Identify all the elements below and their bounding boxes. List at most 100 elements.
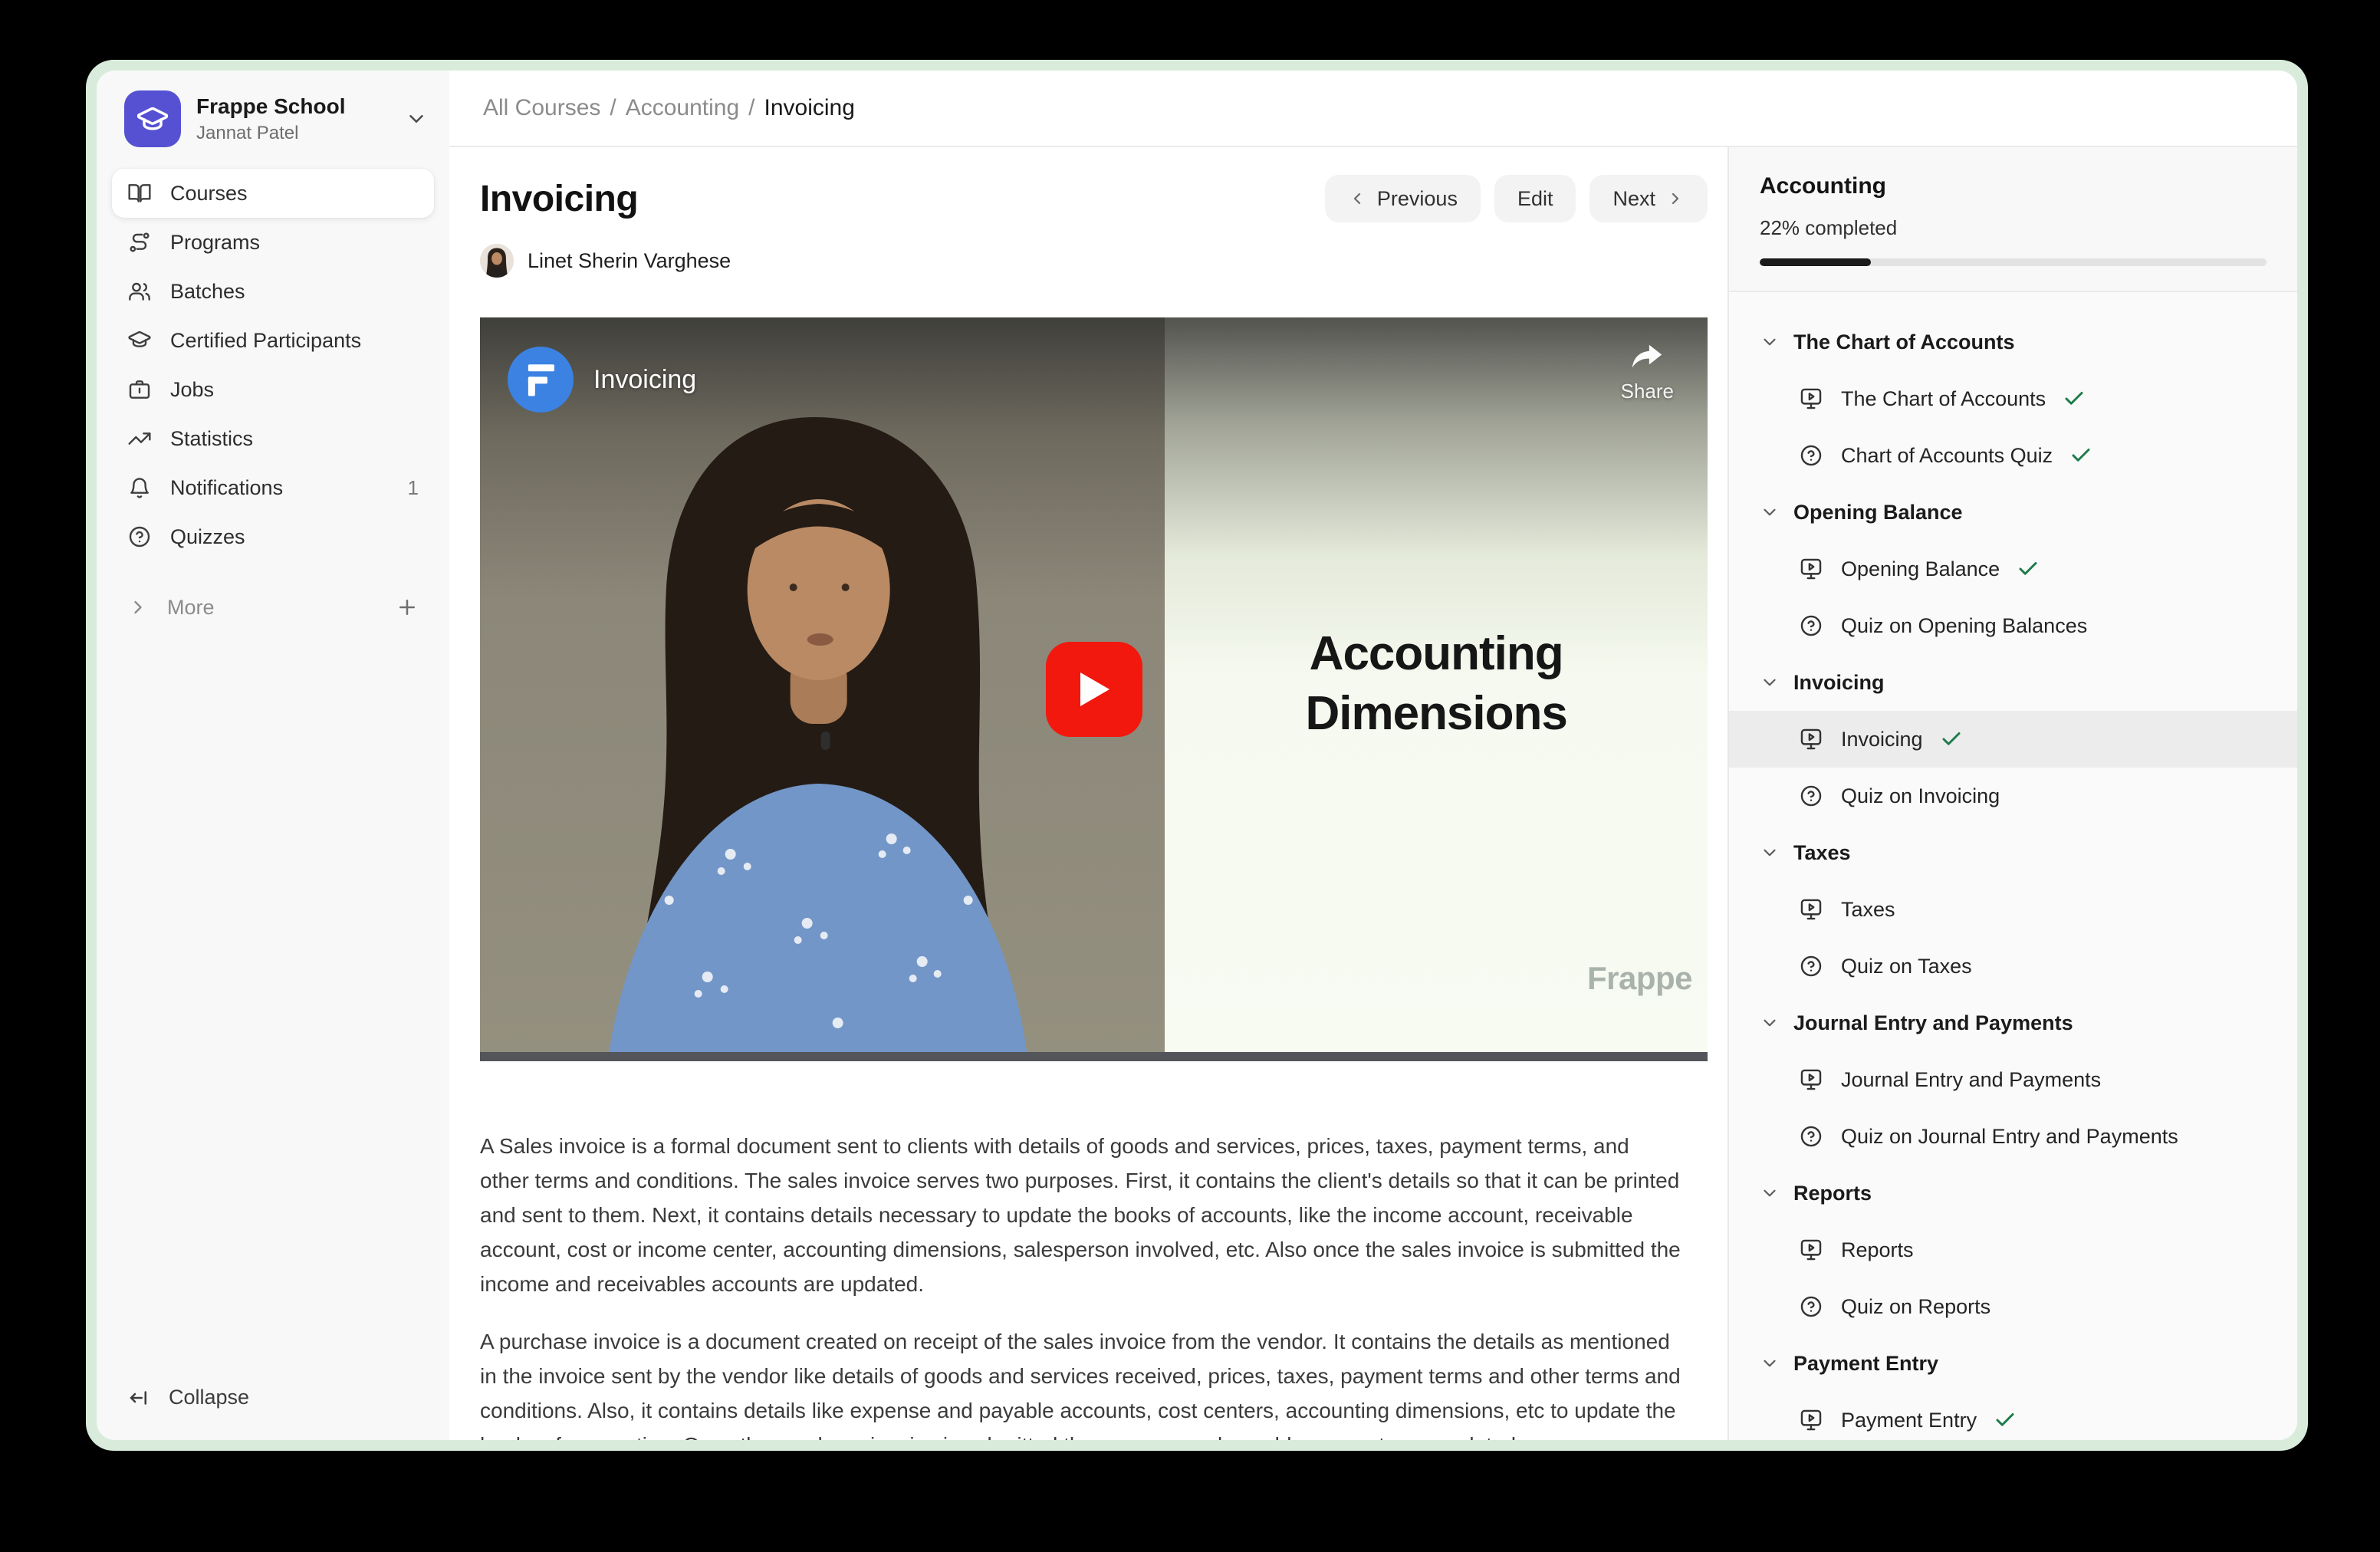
outline-section-title: Reports bbox=[1793, 1182, 1872, 1205]
outline-item-label: The Chart of Accounts bbox=[1841, 387, 2046, 411]
outline-section-title: Taxes bbox=[1793, 841, 1851, 865]
outline-section-title: Opening Balance bbox=[1793, 501, 1963, 524]
outline-item-label: Quiz on Invoicing bbox=[1841, 784, 2000, 808]
app-window: Frappe School Jannat Patel Courses Progr… bbox=[97, 71, 2297, 1440]
outline-lesson-item[interactable]: Reports bbox=[1729, 1222, 2297, 1278]
workspace-switcher[interactable]: Frappe School Jannat Patel bbox=[97, 71, 449, 164]
breadcrumb-link-all-courses[interactable]: All Courses bbox=[483, 95, 600, 121]
sidebar-item-label: Notifications bbox=[170, 476, 283, 500]
outline-item-label: Chart of Accounts Quiz bbox=[1841, 444, 2053, 468]
video-share-button[interactable]: Share bbox=[1621, 342, 1674, 403]
breadcrumb-link-accounting[interactable]: Accounting bbox=[626, 95, 739, 121]
help-circle-icon bbox=[1798, 953, 1824, 979]
add-button[interactable] bbox=[396, 596, 419, 619]
chevron-right-icon bbox=[127, 597, 149, 618]
chevron-left-icon bbox=[1348, 189, 1366, 208]
outline-section-header[interactable]: Journal Entry and Payments bbox=[1729, 995, 2297, 1051]
outline-lesson-item[interactable]: Journal Entry and Payments bbox=[1729, 1051, 2297, 1108]
outline-section-header[interactable]: Taxes bbox=[1729, 824, 2297, 881]
edit-button-label: Edit bbox=[1517, 187, 1553, 211]
outline-item-label: Quiz on Journal Entry and Payments bbox=[1841, 1125, 2178, 1149]
sidebar-item-programs[interactable]: Programs bbox=[112, 218, 434, 267]
share-label: Share bbox=[1621, 380, 1674, 403]
chevron-down-icon bbox=[1760, 1013, 1780, 1033]
chevron-right-icon bbox=[1666, 189, 1685, 208]
play-button[interactable] bbox=[1046, 642, 1142, 737]
collapse-left-icon bbox=[127, 1386, 150, 1409]
outline-section-header[interactable]: The Chart of Accounts bbox=[1729, 314, 2297, 370]
video-titlebar: Invoicing bbox=[508, 347, 696, 413]
sidebar-item-quizzes[interactable]: Quizzes bbox=[112, 512, 434, 561]
sidebar-item-jobs[interactable]: Jobs bbox=[112, 365, 434, 414]
sidebar-item-batches[interactable]: Batches bbox=[112, 267, 434, 316]
check-icon bbox=[2063, 387, 2086, 410]
next-button[interactable]: Next bbox=[1589, 175, 1708, 222]
outline-course-title: Accounting bbox=[1760, 173, 2267, 199]
monitor-play-icon bbox=[1798, 1067, 1824, 1093]
sidebar-item-courses[interactable]: Courses bbox=[112, 169, 434, 218]
chevron-down-icon bbox=[1760, 332, 1780, 352]
share-arrow-icon bbox=[1629, 342, 1665, 373]
frappe-watermark: Frappe bbox=[1587, 960, 1692, 997]
outline-header: Accounting 22% completed bbox=[1729, 147, 2297, 292]
edit-button[interactable]: Edit bbox=[1494, 175, 1576, 222]
outline-item-label: Quiz on Opening Balances bbox=[1841, 614, 2087, 638]
trending-up-icon bbox=[127, 426, 152, 451]
video-slide-pane: Accounting Dimensions Frappe bbox=[1165, 317, 1708, 1061]
outline-lesson-item[interactable]: Opening Balance bbox=[1729, 541, 2297, 597]
outline-section-header[interactable]: Payment Entry bbox=[1729, 1335, 2297, 1392]
outline-lesson-item[interactable]: Quiz on Journal Entry and Payments bbox=[1729, 1108, 2297, 1165]
video-title[interactable]: Invoicing bbox=[593, 365, 696, 395]
outline-section-header[interactable]: Reports bbox=[1729, 1165, 2297, 1222]
outline-item-label: Payment Entry bbox=[1841, 1409, 1977, 1432]
sidebar-item-statistics[interactable]: Statistics bbox=[112, 414, 434, 463]
plus-icon bbox=[396, 596, 419, 619]
video-progress-strip[interactable] bbox=[480, 1052, 1708, 1061]
sidebar-more-toggle[interactable]: More bbox=[112, 583, 434, 632]
outline-progress-label: 22% completed bbox=[1760, 216, 2267, 240]
sidebar-item-notifications[interactable]: Notifications 1 bbox=[112, 463, 434, 512]
chevron-down-icon[interactable] bbox=[405, 107, 428, 130]
avatar-image bbox=[480, 244, 514, 278]
sidebar-collapse-button[interactable]: Collapse bbox=[97, 1366, 449, 1440]
video-player[interactable]: Accounting Dimensions Frappe Invoicing bbox=[480, 317, 1708, 1061]
outline-lesson-item[interactable]: Quiz on Invoicing bbox=[1729, 768, 2297, 824]
outline-section-header[interactable]: Invoicing bbox=[1729, 654, 2297, 711]
outline-lesson-item[interactable]: Taxes bbox=[1729, 881, 2297, 938]
outline-section-header[interactable]: Opening Balance bbox=[1729, 484, 2297, 541]
outline-lesson-item[interactable]: Chart of Accounts Quiz bbox=[1729, 427, 2297, 484]
outline-lesson-item[interactable]: Quiz on Opening Balances bbox=[1729, 597, 2297, 654]
briefcase-icon bbox=[127, 377, 152, 402]
sidebar-item-label: Courses bbox=[170, 182, 248, 206]
outline-lesson-item[interactable]: Payment Entry bbox=[1729, 1392, 2297, 1440]
outline-section-title: Invoicing bbox=[1793, 671, 1885, 695]
avatar bbox=[480, 244, 514, 278]
graduation-cap-icon bbox=[136, 102, 169, 136]
help-circle-icon bbox=[1798, 1294, 1824, 1320]
previous-button[interactable]: Previous bbox=[1325, 175, 1481, 222]
monitor-play-icon bbox=[1798, 726, 1824, 752]
monitor-play-icon bbox=[1798, 1407, 1824, 1433]
outline-lesson-item[interactable]: Quiz on Reports bbox=[1729, 1278, 2297, 1335]
chevron-down-icon bbox=[1760, 502, 1780, 522]
slide-title: Accounting Dimensions bbox=[1165, 624, 1708, 744]
chevron-down-icon bbox=[1760, 843, 1780, 863]
help-circle-icon bbox=[1798, 442, 1824, 469]
check-icon bbox=[2069, 444, 2092, 467]
outline-lesson-item[interactable]: Invoicing bbox=[1729, 711, 2297, 768]
outline-item-label: Reports bbox=[1841, 1238, 1914, 1262]
sidebar-item-label: Jobs bbox=[170, 378, 214, 402]
frappe-video-badge-icon[interactable] bbox=[508, 347, 574, 413]
play-icon bbox=[1077, 670, 1111, 709]
outline-item-label: Quiz on Taxes bbox=[1841, 955, 1972, 978]
route-icon bbox=[127, 230, 152, 255]
outline-lesson-item[interactable]: Quiz on Taxes bbox=[1729, 938, 2297, 995]
author-row: Linet Sherin Varghese bbox=[480, 242, 1708, 279]
sidebar-more-label: More bbox=[167, 596, 215, 620]
sidebar-item-certified-participants[interactable]: Certified Participants bbox=[112, 316, 434, 365]
workspace-identity: Frappe School Jannat Patel bbox=[196, 94, 345, 144]
sidebar-item-label: Statistics bbox=[170, 427, 253, 451]
lesson-title-row: Invoicing Previous Edit Next bbox=[480, 175, 1708, 222]
monitor-play-icon bbox=[1798, 556, 1824, 582]
outline-lesson-item[interactable]: The Chart of Accounts bbox=[1729, 370, 2297, 427]
